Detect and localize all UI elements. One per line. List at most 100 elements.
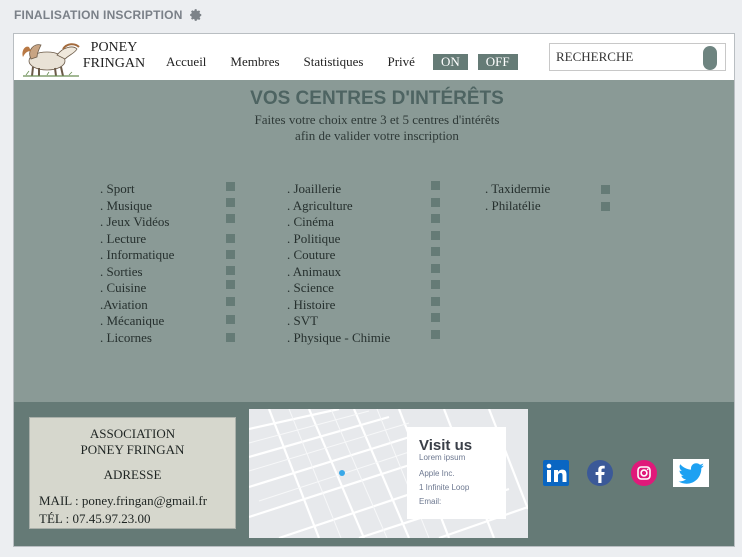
interest-checkbox[interactable] <box>431 329 440 339</box>
search-input[interactable] <box>556 48 696 66</box>
gear-icon[interactable] <box>189 8 203 22</box>
toggle-on-button[interactable]: ON <box>432 54 468 70</box>
interest-option: .Aviation <box>100 296 235 314</box>
interest-label: .Aviation <box>100 296 148 312</box>
brand-line-1: PONEY <box>90 40 138 55</box>
main-nav: Accueil Membres Statistiques Privé ON OF… <box>166 53 518 71</box>
association-card: ASSOCIATION PONEY FRINGAN ADRESSE MAIL :… <box>29 417 236 529</box>
interest-option: . Philatélie <box>485 197 610 215</box>
interest-option: . Taxidermie <box>485 181 610 198</box>
interest-option: . Couture <box>287 247 440 264</box>
interest-option: . SVT <box>287 313 440 330</box>
interest-label: . Informatique <box>100 247 175 262</box>
interest-label: . Lecture <box>100 230 147 246</box>
association-line-2: PONEY FRINGAN <box>80 442 185 457</box>
interest-checkbox[interactable] <box>431 214 440 223</box>
interest-option: . Cuisine <box>100 280 235 297</box>
interest-label: . Mécanique <box>100 313 165 328</box>
map-card-line: 1 Infinite Loop <box>419 483 470 492</box>
nav-prive[interactable]: Privé <box>387 54 414 70</box>
interest-checkbox[interactable] <box>431 197 440 207</box>
interest-checkbox[interactable] <box>226 197 235 207</box>
linkedin-icon[interactable] <box>542 459 570 487</box>
interest-label: . Sorties <box>100 263 143 279</box>
interest-checkbox[interactable] <box>431 280 440 289</box>
interest-checkbox[interactable] <box>226 250 235 259</box>
interest-option: . Lecture <box>100 230 235 248</box>
interest-option: . Physique - Chimie <box>287 329 440 347</box>
contact-mail[interactable]: MAIL : poney.fringan@gmail.fr <box>39 493 207 509</box>
facebook-icon[interactable] <box>586 459 614 487</box>
address-label: ADRESSE <box>103 467 162 482</box>
interest-label: . Joaillerie <box>287 181 342 196</box>
nav-statistiques[interactable]: Statistiques <box>304 54 364 70</box>
interest-label: . Histoire <box>287 296 336 312</box>
map-card-heading: Visit us <box>419 437 473 454</box>
twitter-icon[interactable] <box>673 459 709 487</box>
interest-option: . Science <box>287 280 440 297</box>
interest-checkbox[interactable] <box>226 296 235 306</box>
map-info-card: Visit us Lorem ipsum Apple Inc. 1 Infini… <box>407 427 506 519</box>
interest-checkbox[interactable] <box>226 182 235 191</box>
interest-label: . Musique <box>100 197 152 213</box>
interest-label: . Agriculture <box>287 197 353 213</box>
site-footer: ASSOCIATION PONEY FRINGAN ADRESSE MAIL :… <box>14 402 734 546</box>
interests-subtitle-2: afin de valider votre inscription <box>295 128 459 143</box>
interest-checkbox[interactable] <box>431 296 440 306</box>
interest-checkbox[interactable] <box>601 201 610 211</box>
interests-column-2: . Joaillerie . Agriculture . Cinéma . Po… <box>287 181 440 347</box>
nav-membres[interactable]: Membres <box>230 54 279 70</box>
brand-line-2: FRINGAN <box>82 56 146 71</box>
association-line-1: ASSOCIATION <box>89 426 176 441</box>
interest-checkbox[interactable] <box>226 332 235 342</box>
interests-column-3: . Taxidermie . Philatélie <box>485 181 610 215</box>
interest-label: . Philatélie <box>485 197 541 213</box>
interest-checkbox[interactable] <box>226 280 235 289</box>
interest-option: . Agriculture <box>287 197 440 215</box>
interests-title: VOS CENTRES D'INTÉRÊTS <box>250 88 504 109</box>
interest-label: . Couture <box>287 247 336 262</box>
brand-name[interactable]: PONEY FRINGAN <box>81 40 147 72</box>
interest-label: . SVT <box>287 313 319 328</box>
interest-label: . Cinéma <box>287 214 334 229</box>
page-breadcrumb: FINALISATION INSCRIPTION <box>14 6 203 24</box>
site-header: PONEY FRINGAN Accueil Membres Statistiqu… <box>14 34 734 80</box>
interest-label: . Licornes <box>100 329 152 345</box>
interest-label: . Cuisine <box>100 280 147 295</box>
interest-checkbox[interactable] <box>226 233 235 243</box>
contact-phone[interactable]: TÉL : 07.45.97.23.00 <box>39 511 150 527</box>
interest-checkbox[interactable] <box>431 230 440 240</box>
interest-checkbox[interactable] <box>226 214 235 223</box>
pony-logo[interactable] <box>17 37 81 77</box>
toggle-off-button[interactable]: OFF <box>477 54 518 70</box>
interest-label: . Science <box>287 280 334 295</box>
interest-label: . Politique <box>287 230 341 246</box>
interest-label: . Animaux <box>287 263 342 279</box>
interest-label: . Jeux Vidéos <box>100 214 170 229</box>
interest-label: . Taxidermie <box>485 181 551 196</box>
interest-option: . Joaillerie <box>287 181 440 198</box>
interest-option: . Animaux <box>287 263 440 281</box>
interest-checkbox[interactable] <box>601 185 610 194</box>
association-name: ASSOCIATION PONEY FRINGAN <box>30 426 235 458</box>
interest-option: . Sorties <box>100 263 235 281</box>
map-card-line: Apple Inc. <box>419 469 455 478</box>
interest-checkbox[interactable] <box>431 181 440 190</box>
interest-checkbox[interactable] <box>226 265 235 275</box>
interest-option: . Politique <box>287 230 440 248</box>
location-map[interactable]: Visit us Lorem ipsum Apple Inc. 1 Infini… <box>249 409 528 538</box>
app-frame: PONEY FRINGAN Accueil Membres Statistiqu… <box>13 33 735 547</box>
instagram-icon[interactable] <box>630 459 658 487</box>
search-box <box>549 43 726 71</box>
nav-accueil[interactable]: Accueil <box>166 54 206 70</box>
interest-option: . Licornes <box>100 329 235 347</box>
map-pin[interactable] <box>339 470 345 476</box>
interest-label: . Physique - Chimie <box>287 329 391 345</box>
interest-checkbox[interactable] <box>431 263 440 273</box>
interest-label: . Sport <box>100 181 135 196</box>
interest-checkbox[interactable] <box>431 247 440 256</box>
interest-checkbox[interactable] <box>431 313 440 322</box>
interest-option: . Jeux Vidéos <box>100 214 235 231</box>
interest-checkbox[interactable] <box>226 315 235 324</box>
search-button[interactable] <box>703 46 717 70</box>
